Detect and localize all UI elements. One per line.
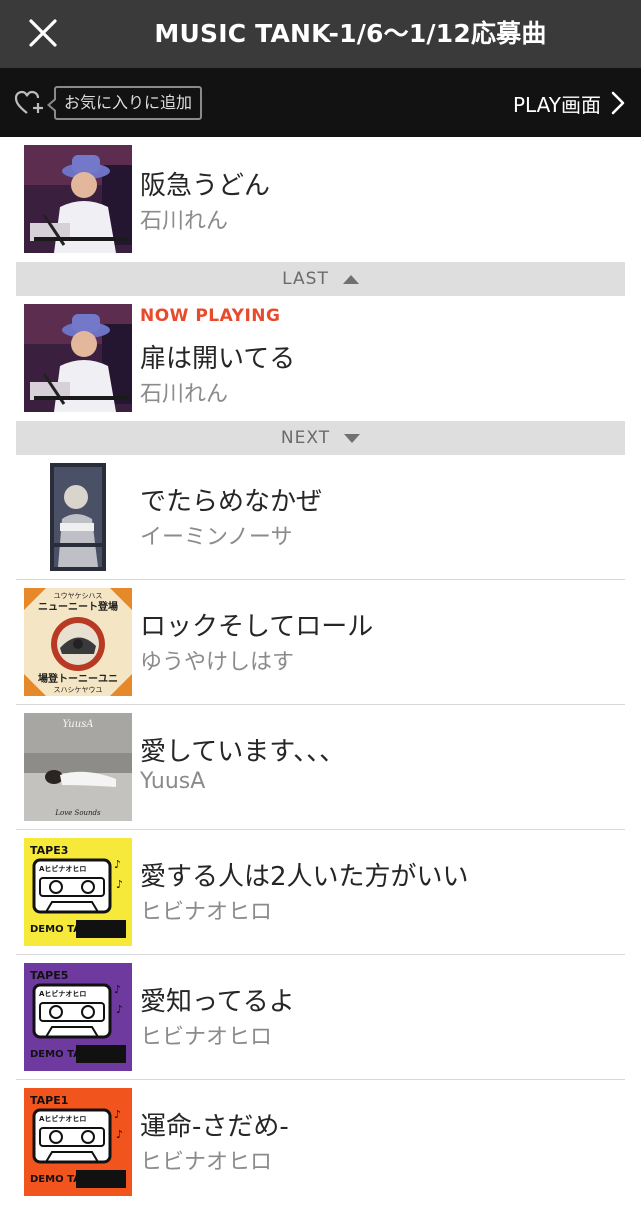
last-divider[interactable]: LAST	[16, 262, 625, 296]
favorite-tooltip: お気に入りに追加	[46, 86, 203, 120]
svg-text:♪: ♪	[116, 878, 123, 891]
art-text-bottom: Love Sounds	[54, 809, 101, 817]
current-track-row[interactable]: NOW PLAYING 扉は開いてる 石川れん	[16, 296, 625, 421]
art-text-bottom2: スハシケヤウユ	[54, 686, 103, 694]
upcoming-track-row[interactable]: でたらめなかぜ イーミンノーサ	[16, 455, 625, 580]
track-title: 愛しています、、、	[140, 737, 346, 767]
svg-text:♪: ♪	[116, 1128, 123, 1141]
chevron-right-icon	[611, 91, 625, 115]
upcoming-track-row[interactable]: ユウヤケシハス ニューニート登場 場登トーニーユニ スハシケヤウユ ロックそして…	[16, 580, 625, 705]
track-title: 愛知ってるよ	[140, 987, 295, 1017]
previous-track-row[interactable]: 阪急うどん 石川れん	[16, 137, 625, 262]
track-title: ロックそしてロール	[140, 612, 374, 642]
album-art-tape5: TAPE5 Aヒビナオヒロ ♪ ♪ DEMO TAPE	[24, 963, 132, 1071]
art-text-top: TAPE5	[30, 969, 68, 982]
next-label: NEXT	[280, 428, 331, 448]
album-art-ishikawa	[24, 145, 132, 253]
track-title: 扉は開いてる	[140, 344, 296, 374]
art-text-bottom: DEMO TAPE	[30, 1049, 95, 1060]
track-artist: ゆうやけしはす	[140, 650, 295, 675]
track-artist: 石川れん	[140, 209, 229, 234]
caret-up-icon	[342, 275, 359, 284]
now-playing-badge: NOW PLAYING	[140, 306, 281, 326]
track-artist: ヒビナオヒロ	[140, 1025, 273, 1050]
album-art-tape1: TAPE1 Aヒビナオヒロ ♪ ♪ DEMO TAPE	[24, 1088, 132, 1196]
track-artist: 石川れん	[140, 382, 229, 407]
play-screen-button[interactable]: PLAY画面	[513, 85, 625, 121]
art-text-bottom: 場登トーニーユニ	[38, 672, 118, 685]
track-title: でたらめなかぜ	[140, 487, 323, 517]
toolbar: お気に入りに追加 PLAY画面	[0, 68, 641, 137]
art-text-top: YuusA	[63, 719, 94, 730]
art-text-mid: Aヒビナオヒロ	[39, 989, 86, 998]
art-text-mid: ニューニート登場	[38, 600, 118, 613]
last-label: LAST	[282, 269, 329, 289]
svg-text:♪: ♪	[114, 983, 121, 996]
art-text-top: TAPE3	[30, 844, 68, 857]
play-screen-label: PLAY画面	[512, 92, 601, 117]
track-artist: ヒビナオヒロ	[140, 1150, 273, 1175]
track-artist: YuusA	[140, 769, 206, 794]
album-art-yuyakeshihasu: ユウヤケシハス ニューニート登場 場登トーニーユニ スハシケヤウユ	[24, 588, 132, 696]
heart-plus-icon	[14, 90, 43, 114]
upcoming-track-row[interactable]: TAPE3 Aヒビナオヒロ ♪ ♪ DEMO TAPE 愛する人は2人いた方がい…	[16, 830, 625, 955]
track-title: 阪急うどん	[140, 171, 271, 201]
svg-text:♪: ♪	[114, 858, 121, 871]
art-text-bottom: DEMO TAPE	[30, 1174, 95, 1185]
add-favorite-button[interactable]: お気に入りに追加	[14, 85, 203, 121]
album-art-iminnosa	[24, 463, 132, 571]
track-artist: イーミンノーサ	[140, 525, 293, 550]
title-bar: MUSIC TANK-1/6〜1/12応募曲	[0, 0, 641, 68]
album-art-ishikawa	[24, 304, 132, 412]
close-icon[interactable]	[22, 14, 62, 54]
page-title: MUSIC TANK-1/6〜1/12応募曲	[154, 19, 547, 48]
upcoming-track-row[interactable]: TAPE1 Aヒビナオヒロ ♪ ♪ DEMO TAPE 運命-さだめ- ヒビナオ…	[16, 1080, 625, 1205]
upcoming-track-row[interactable]: YuusA Love Sounds 愛しています、、、 YuusA	[16, 705, 625, 830]
track-list: 阪急うどん 石川れん LAST NOW PLAYING 扉は開いてる 石川れん …	[0, 137, 641, 1205]
track-artist: ヒビナオヒロ	[140, 900, 273, 925]
svg-text:♪: ♪	[114, 1108, 121, 1121]
art-text-top: TAPE1	[30, 1094, 68, 1107]
next-divider[interactable]: NEXT	[16, 421, 625, 455]
svg-text:♪: ♪	[116, 1003, 123, 1016]
art-text-mid: Aヒビナオヒロ	[39, 864, 86, 873]
art-text-top: ユウヤケシハス	[54, 592, 103, 600]
track-title: 運命-さだめ-	[140, 1112, 289, 1142]
track-title: 愛する人は2人いた方がいい	[140, 862, 469, 892]
upcoming-track-row[interactable]: TAPE5 Aヒビナオヒロ ♪ ♪ DEMO TAPE 愛知ってるよ ヒビナオヒ…	[16, 955, 625, 1080]
art-text-mid: Aヒビナオヒロ	[39, 1114, 86, 1123]
album-art-yuusa: YuusA Love Sounds	[24, 713, 132, 821]
album-art-tape3: TAPE3 Aヒビナオヒロ ♪ ♪ DEMO TAPE	[24, 838, 132, 946]
art-text-bottom: DEMO TAPE	[30, 924, 95, 935]
caret-down-icon	[344, 434, 361, 443]
